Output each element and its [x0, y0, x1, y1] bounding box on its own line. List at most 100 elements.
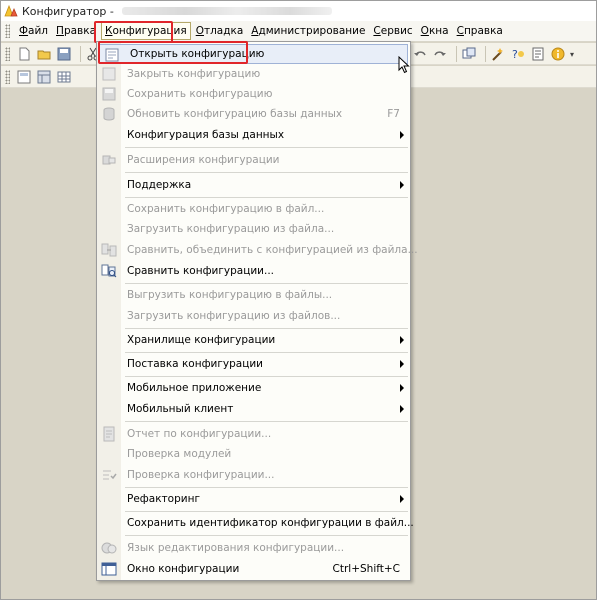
- menu-import-from-files[interactable]: Загрузить конфигурацию из файлов...: [97, 306, 410, 326]
- report-icon: [103, 426, 115, 442]
- menu-item-label: Проверка конфигурации...: [127, 469, 275, 481]
- submenu-arrow-icon: [400, 384, 404, 392]
- menu-service-accel: С: [373, 25, 381, 37]
- toolbar-grip[interactable]: [5, 46, 10, 61]
- syntax-helper-icon[interactable]: [530, 46, 546, 62]
- open-config-icon: [105, 48, 119, 62]
- info-icon[interactable]: [550, 46, 566, 62]
- menu-help-label: правка: [463, 25, 503, 37]
- menu-refactoring[interactable]: Рефакторинг: [97, 489, 410, 509]
- menu-mobile-app[interactable]: Мобильное приложение: [97, 378, 410, 398]
- menu-item-label: Обновить конфигурацию базы данных: [127, 108, 343, 120]
- menu-item-label: Сравнить, объединить с конфигурацией из …: [127, 244, 418, 256]
- table-icon[interactable]: [56, 69, 72, 85]
- save-icon[interactable]: [56, 46, 72, 62]
- menu-item-shortcut: F7: [387, 108, 400, 120]
- form-icon[interactable]: [16, 69, 32, 85]
- menu-debug[interactable]: Отладка: [193, 23, 247, 39]
- submenu-arrow-icon: [400, 336, 404, 344]
- toolbar-grip[interactable]: [5, 69, 10, 84]
- menu-mobile-client[interactable]: Мобильный клиент: [97, 399, 410, 419]
- search-help-icon[interactable]: ?: [510, 46, 526, 62]
- open-folder-icon[interactable]: [36, 46, 52, 62]
- menu-administration-label: дминистрирование: [258, 25, 366, 37]
- menu-windows[interactable]: Окна: [418, 23, 452, 39]
- redo-icon[interactable]: [432, 46, 448, 62]
- wizard-icon[interactable]: [490, 46, 506, 62]
- menu-config-window[interactable]: Окно конфигурации Ctrl+Shift+C: [97, 559, 410, 579]
- menu-export-to-files[interactable]: Выгрузить конфигурацию в файлы...: [97, 285, 410, 305]
- menu-configuration[interactable]: Конфигурация: [101, 22, 191, 40]
- menu-compare-merge-file[interactable]: Сравнить, объединить с конфигурацией из …: [97, 240, 418, 260]
- menu-configuration-label: онфигурация: [112, 25, 187, 37]
- menu-debug-label: тладка: [203, 25, 244, 37]
- menu-separator: [125, 283, 408, 284]
- layout-icon[interactable]: [36, 69, 52, 85]
- menu-item-label: Загрузить конфигурацию из файлов...: [127, 310, 341, 322]
- window-title-blurred: [121, 7, 332, 15]
- toolbar-separator: [80, 45, 81, 62]
- new-file-icon[interactable]: [16, 46, 32, 62]
- menu-edit[interactable]: Правка: [53, 23, 99, 39]
- title-bar: Конфигуратор -: [1, 1, 596, 21]
- config-window-icon: [101, 562, 117, 576]
- menu-file[interactable]: Файл: [16, 23, 51, 39]
- menu-delivery[interactable]: Поставка конфигурации: [97, 354, 410, 374]
- menu-service[interactable]: Сервис: [370, 23, 415, 39]
- menu-item-label: Хранилище конфигурации: [127, 334, 276, 346]
- toolbar-right-group: ? ▾: [412, 46, 574, 62]
- menu-item-label: Расширения конфигурации: [127, 154, 280, 166]
- menu-item-label: Сравнить конфигурации...: [127, 265, 275, 277]
- menu-check-modules[interactable]: Проверка модулей: [97, 444, 410, 464]
- menu-item-label: Поддержка: [127, 179, 192, 191]
- compare-merge-icon: [101, 243, 117, 257]
- menu-service-label: ервис: [380, 25, 413, 37]
- configuration-dropdown: Открыть конфигурацию Закрыть конфигураци…: [96, 41, 418, 581]
- menu-db-configuration[interactable]: Конфигурация базы данных: [97, 125, 410, 145]
- submenu-arrow-icon: [400, 131, 404, 139]
- undo-icon[interactable]: [412, 46, 428, 62]
- menu-help[interactable]: Справка: [454, 23, 506, 39]
- menu-load-from-file[interactable]: Загрузить конфигурацию из файла...: [97, 219, 410, 239]
- menu-item-label: Сохранить конфигурацию: [127, 88, 273, 100]
- menu-open-configuration[interactable]: Открыть конфигурацию: [99, 44, 408, 64]
- menu-windows-accel: О: [420, 25, 429, 37]
- menu-item-label: Мобильный клиент: [127, 403, 234, 415]
- toolbar-overflow-icon[interactable]: ▾: [570, 50, 574, 59]
- menu-check-configuration[interactable]: Проверка конфигурации...: [97, 465, 410, 485]
- language-icon: [101, 542, 117, 554]
- submenu-arrow-icon: [400, 360, 404, 368]
- menu-compare-configurations[interactable]: Сравнить конфигурации...: [97, 261, 410, 281]
- menu-separator: [125, 511, 408, 512]
- menu-separator: [125, 352, 408, 353]
- menu-close-configuration[interactable]: Закрыть конфигурацию: [97, 64, 410, 84]
- menubar-grip[interactable]: [5, 24, 10, 38]
- menu-edit-language[interactable]: Язык редактирования конфигурации...: [97, 538, 410, 558]
- menu-separator: [125, 535, 408, 536]
- menu-item-label: Сохранить идентификатор конфигурации в ф…: [127, 517, 414, 529]
- menu-save-configuration[interactable]: Сохранить конфигурацию: [97, 84, 410, 104]
- menu-save-to-file[interactable]: Сохранить конфигурацию в файл...: [97, 199, 410, 219]
- menu-file-label: айл: [28, 25, 49, 37]
- menu-item-label: Выгрузить конфигурацию в файлы...: [127, 289, 333, 301]
- window-title: Конфигуратор -: [22, 4, 114, 18]
- submenu-arrow-icon: [400, 495, 404, 503]
- menu-extensions[interactable]: Расширения конфигурации: [97, 150, 410, 170]
- menu-support[interactable]: Поддержка: [97, 175, 410, 195]
- svg-text:?: ?: [512, 48, 518, 61]
- menu-config-report[interactable]: Отчет по конфигурации...: [97, 424, 410, 444]
- app-logo-icon: [4, 4, 18, 17]
- menu-separator: [125, 147, 408, 148]
- menu-update-db-configuration[interactable]: Обновить конфигурацию базы данных F7: [97, 104, 410, 124]
- toolbar-separator: [456, 46, 457, 62]
- submenu-arrow-icon: [400, 181, 404, 189]
- check-config-icon: [103, 470, 117, 480]
- toolbar-separator: [485, 46, 486, 62]
- menu-debug-accel: О: [195, 25, 204, 37]
- menu-save-config-id[interactable]: Сохранить идентификатор конфигурации в ф…: [97, 513, 414, 533]
- menu-administration[interactable]: Администрирование: [248, 23, 368, 39]
- menu-repository[interactable]: Хранилище конфигурации: [97, 330, 410, 350]
- menu-edit-label: равка: [63, 25, 97, 37]
- window-list-icon[interactable]: [461, 46, 477, 62]
- menu-item-label: Язык редактирования конфигурации...: [127, 542, 345, 554]
